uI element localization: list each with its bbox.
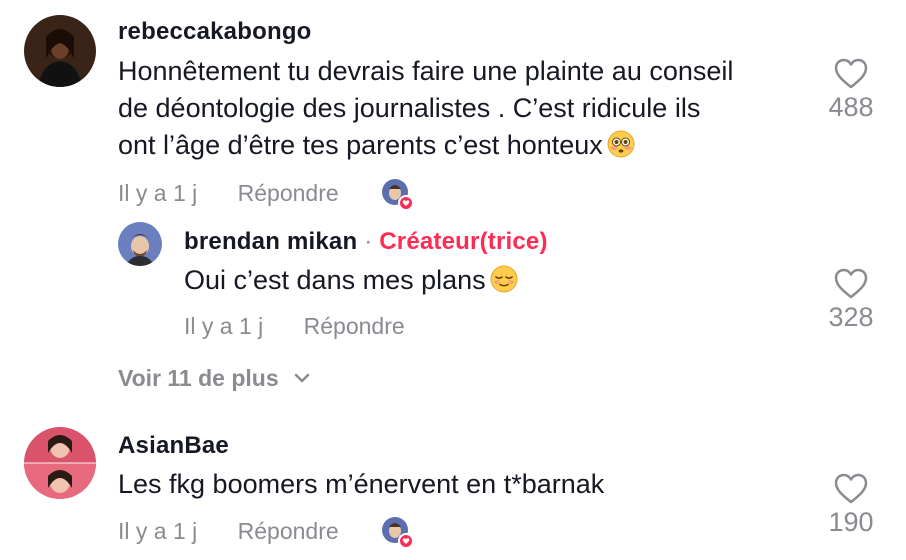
like-section: 190 <box>806 473 896 538</box>
comment-text: Oui c’est dans mes plans <box>184 262 518 299</box>
username-separator: · <box>364 228 373 255</box>
relieved-face-emoji-icon <box>490 265 518 293</box>
reply-button[interactable]: Répondre <box>238 180 339 206</box>
comment-username[interactable]: brendan mikan <box>184 228 357 255</box>
comments-panel: rebeccakabongo Honnêtement tu devrais fa… <box>0 0 906 560</box>
comment-username[interactable]: rebeccakabongo <box>118 18 312 46</box>
avatar[interactable] <box>118 222 162 266</box>
reply-username-row: brendan mikan · Créateur(trice) <box>184 228 548 256</box>
comment-username[interactable]: AsianBae <box>118 432 229 460</box>
chevron-down-icon <box>294 373 310 383</box>
comment-meta: Il y a 1 j Répondre <box>118 518 339 545</box>
heart-outline-icon[interactable] <box>834 268 868 300</box>
view-more-replies-button[interactable]: Voir 11 de plus <box>118 365 311 392</box>
view-more-label: Voir 11 de plus <box>118 365 279 391</box>
comment-text-line: de déontologie des journalistes . C’est … <box>118 93 701 123</box>
like-section: 328 <box>806 268 896 333</box>
heart-outline-icon[interactable] <box>834 473 868 505</box>
comment-text-line-content: ont l’âge d’être tes parents c’est honte… <box>118 130 603 160</box>
comment-text-line: ont l’âge d’être tes parents c’est honte… <box>118 127 733 164</box>
comment-time: Il y a 1 j <box>118 518 198 544</box>
comment-text-line: Honnêtement tu devrais faire une plainte… <box>118 56 734 86</box>
comment-text: Honnêtement tu devrais faire une plainte… <box>118 53 733 164</box>
comment-text-content: Oui c’est dans mes plans <box>184 265 486 295</box>
comment-text: Les fkg boomers m’énervent en t*barnak <box>118 469 605 499</box>
liked-by-creator-icon <box>380 177 414 211</box>
heart-outline-icon[interactable] <box>834 58 868 90</box>
like-count: 190 <box>828 507 874 537</box>
like-section: 488 <box>806 58 896 123</box>
comment-time: Il y a 1 j <box>118 180 198 206</box>
reply-button[interactable]: Répondre <box>238 518 339 544</box>
like-count: 328 <box>828 302 874 332</box>
comment-time: Il y a 1 j <box>184 313 264 339</box>
avatar[interactable] <box>24 427 96 499</box>
reply-button[interactable]: Répondre <box>304 313 405 339</box>
liked-by-creator-icon <box>380 515 414 549</box>
comment-meta: Il y a 1 j Répondre <box>118 180 339 207</box>
like-count: 488 <box>828 92 874 122</box>
comment-meta: Il y a 1 j Répondre <box>184 313 405 340</box>
avatar[interactable] <box>24 15 96 87</box>
creator-badge: Créateur(trice) <box>379 228 548 255</box>
flushed-face-emoji-icon <box>607 130 635 158</box>
